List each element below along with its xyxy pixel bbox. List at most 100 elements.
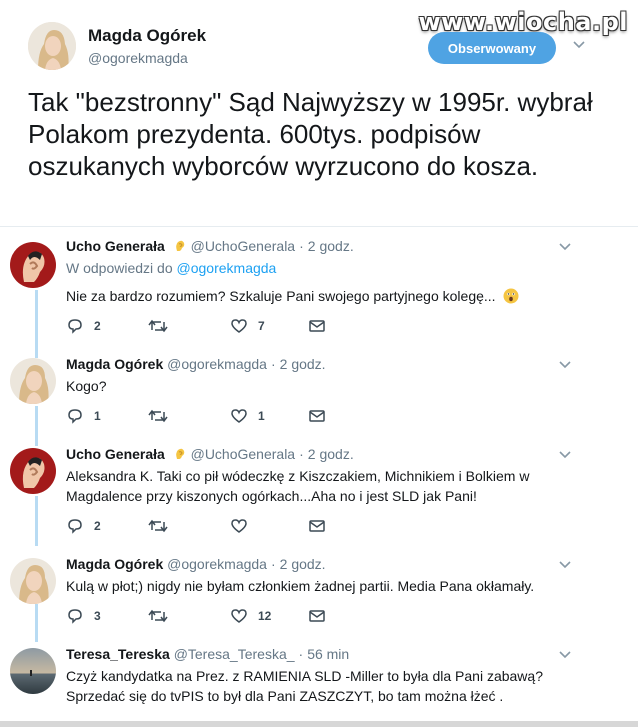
dm-action[interactable] <box>308 519 326 533</box>
chevron-down-icon[interactable] <box>558 558 572 572</box>
following-button[interactable]: Obserwowany <box>428 32 556 64</box>
main-tweet: Magda Ogórek @ogorekmagda Obserwowany Ta… <box>0 0 638 227</box>
reply-author-name[interactable]: Ucho Generała <box>66 238 165 254</box>
reply-count: 2 <box>94 519 101 533</box>
reply-prefix: W odpowiedzi do <box>66 260 173 276</box>
reply-author-name[interactable]: Magda Ogórek <box>66 556 163 572</box>
reply-context: W odpowiedzi do @ogorekmagda <box>66 260 276 276</box>
reply-header: Ucho Generała @UchoGenerala · 2 godz. <box>66 446 354 462</box>
dm-action[interactable] <box>308 609 326 623</box>
like-count: 7 <box>258 319 265 333</box>
reply-count: 2 <box>94 319 101 333</box>
reply-time[interactable]: 2 godz. <box>280 556 326 572</box>
like-action[interactable] <box>230 518 308 534</box>
dm-icon[interactable] <box>308 409 326 423</box>
reply-text: Kogo? <box>66 378 107 394</box>
reply-text-content: Nie za bardzo rozumiem? Szkaluje Pani sw… <box>66 288 496 304</box>
reply-text: Kulą w płot;) nigdy nie byłam członkiem … <box>66 578 535 594</box>
reply-count: 3 <box>94 609 101 623</box>
reply-tweet[interactable]: Teresa_Tereska @Teresa_Tereska_ · 56 min C… <box>0 646 638 721</box>
reply-time[interactable]: 2 godz. <box>308 238 354 254</box>
reply-action[interactable]: 1 <box>66 408 148 424</box>
chevron-down-icon[interactable] <box>572 38 586 52</box>
avatar[interactable] <box>28 22 76 70</box>
tweet-actions: 2 <box>66 516 326 536</box>
like-action[interactable]: 1 <box>230 408 308 424</box>
dm-icon[interactable] <box>308 519 326 533</box>
astonished-emoji <box>503 288 519 304</box>
reply-action[interactable]: 3 <box>66 608 148 624</box>
reply-icon[interactable] <box>66 608 84 624</box>
reply-text: Nie za bardzo rozumiem? Szkaluje Pani sw… <box>66 286 546 306</box>
separator: · <box>270 356 276 372</box>
like-icon[interactable] <box>230 408 248 424</box>
avatar[interactable] <box>10 242 56 288</box>
dm-icon[interactable] <box>308 609 326 623</box>
reply-author-handle[interactable]: @UchoGenerala <box>191 446 296 462</box>
author-name[interactable]: Magda Ogórek <box>88 26 206 46</box>
chevron-down-icon[interactable] <box>558 240 572 254</box>
reply-time[interactable]: 2 godz. <box>308 446 354 462</box>
reply-icon[interactable] <box>66 318 84 334</box>
author-handle[interactable]: @ogorekmagda <box>88 50 188 66</box>
reply-tweet[interactable]: Magda Ogórek @ogorekmagda · 2 godz. Kulą w… <box>0 556 638 636</box>
dm-action[interactable] <box>308 409 326 423</box>
tweet-actions: 1 1 <box>66 406 326 426</box>
reply-action[interactable]: 2 <box>66 318 148 334</box>
like-icon[interactable] <box>230 608 248 624</box>
chevron-down-icon[interactable] <box>558 358 572 372</box>
reply-author-handle[interactable]: @UchoGenerala <box>191 238 296 254</box>
reply-header: Magda Ogórek @ogorekmagda · 2 godz. <box>66 556 326 572</box>
reply-header: Ucho Generała @UchoGenerala · 2 godz. <box>66 238 354 254</box>
like-icon[interactable] <box>230 518 248 534</box>
tweet-actions: 3 12 <box>66 606 326 626</box>
chevron-down-icon[interactable] <box>558 448 572 462</box>
reply-author-handle[interactable]: @Teresa_Tereska_ <box>174 646 295 662</box>
reply-icon[interactable] <box>66 518 84 534</box>
chevron-down-icon[interactable] <box>558 648 572 662</box>
divider <box>0 226 638 227</box>
reply-author-handle[interactable]: @ogorekmagda <box>167 356 267 372</box>
avatar[interactable] <box>10 358 56 404</box>
like-count: 12 <box>258 609 272 623</box>
reply-author-name[interactable]: Teresa_Tereska <box>66 646 170 662</box>
avatar[interactable] <box>10 448 56 494</box>
retweet-action[interactable] <box>148 608 230 624</box>
reply-time[interactable]: 2 godz. <box>280 356 326 372</box>
reply-author-handle[interactable]: @ogorekmagda <box>167 556 267 572</box>
reply-author-name[interactable]: Magda Ogórek <box>66 356 163 372</box>
tweet-text: Tak "bezstronny" Sąd Najwyższy w 1995r. … <box>28 87 593 181</box>
like-icon[interactable] <box>230 318 248 334</box>
retweet-action[interactable] <box>148 408 230 424</box>
reply-tweet[interactable]: Magda Ogórek @ogorekmagda · 2 godz. Kogo? … <box>0 356 638 436</box>
avatar[interactable] <box>10 648 56 694</box>
retweet-icon[interactable] <box>148 608 168 624</box>
reply-to-link[interactable]: @ogorekmagda <box>177 260 277 276</box>
dm-action[interactable] <box>308 319 326 333</box>
separator: · <box>299 446 304 462</box>
reply-header: Magda Ogórek @ogorekmagda · 2 godz. <box>66 356 326 372</box>
reply-tweet[interactable]: Ucho Generała @UchoGenerala · 2 godz. W od… <box>0 238 638 346</box>
retweet-icon[interactable] <box>148 518 168 534</box>
like-action[interactable]: 7 <box>230 318 308 334</box>
like-count: 1 <box>258 409 265 423</box>
bottom-border <box>0 721 638 727</box>
ear-emoji <box>173 239 187 253</box>
reply-icon[interactable] <box>66 408 84 424</box>
reply-action[interactable]: 2 <box>66 518 148 534</box>
retweet-action[interactable] <box>148 518 230 534</box>
like-action[interactable]: 12 <box>230 608 308 624</box>
reply-tweet[interactable]: Ucho Generała @UchoGenerala · 2 godz. Alek… <box>0 446 638 546</box>
reply-author-name[interactable]: Ucho Generała <box>66 446 165 462</box>
retweet-icon[interactable] <box>148 318 168 334</box>
retweet-action[interactable] <box>148 318 230 334</box>
dm-icon[interactable] <box>308 319 326 333</box>
retweet-icon[interactable] <box>148 408 168 424</box>
tweet-actions: 2 7 <box>66 316 326 336</box>
reply-header: Teresa_Tereska @Teresa_Tereska_ · 56 min <box>66 646 349 662</box>
avatar[interactable] <box>10 558 56 604</box>
reply-time[interactable]: 56 min <box>307 646 349 662</box>
reply-text: Czyż kandydatka na Prez. z RAMIENIA SLD … <box>66 668 543 704</box>
separator: · <box>298 646 304 662</box>
separator: · <box>299 238 304 254</box>
